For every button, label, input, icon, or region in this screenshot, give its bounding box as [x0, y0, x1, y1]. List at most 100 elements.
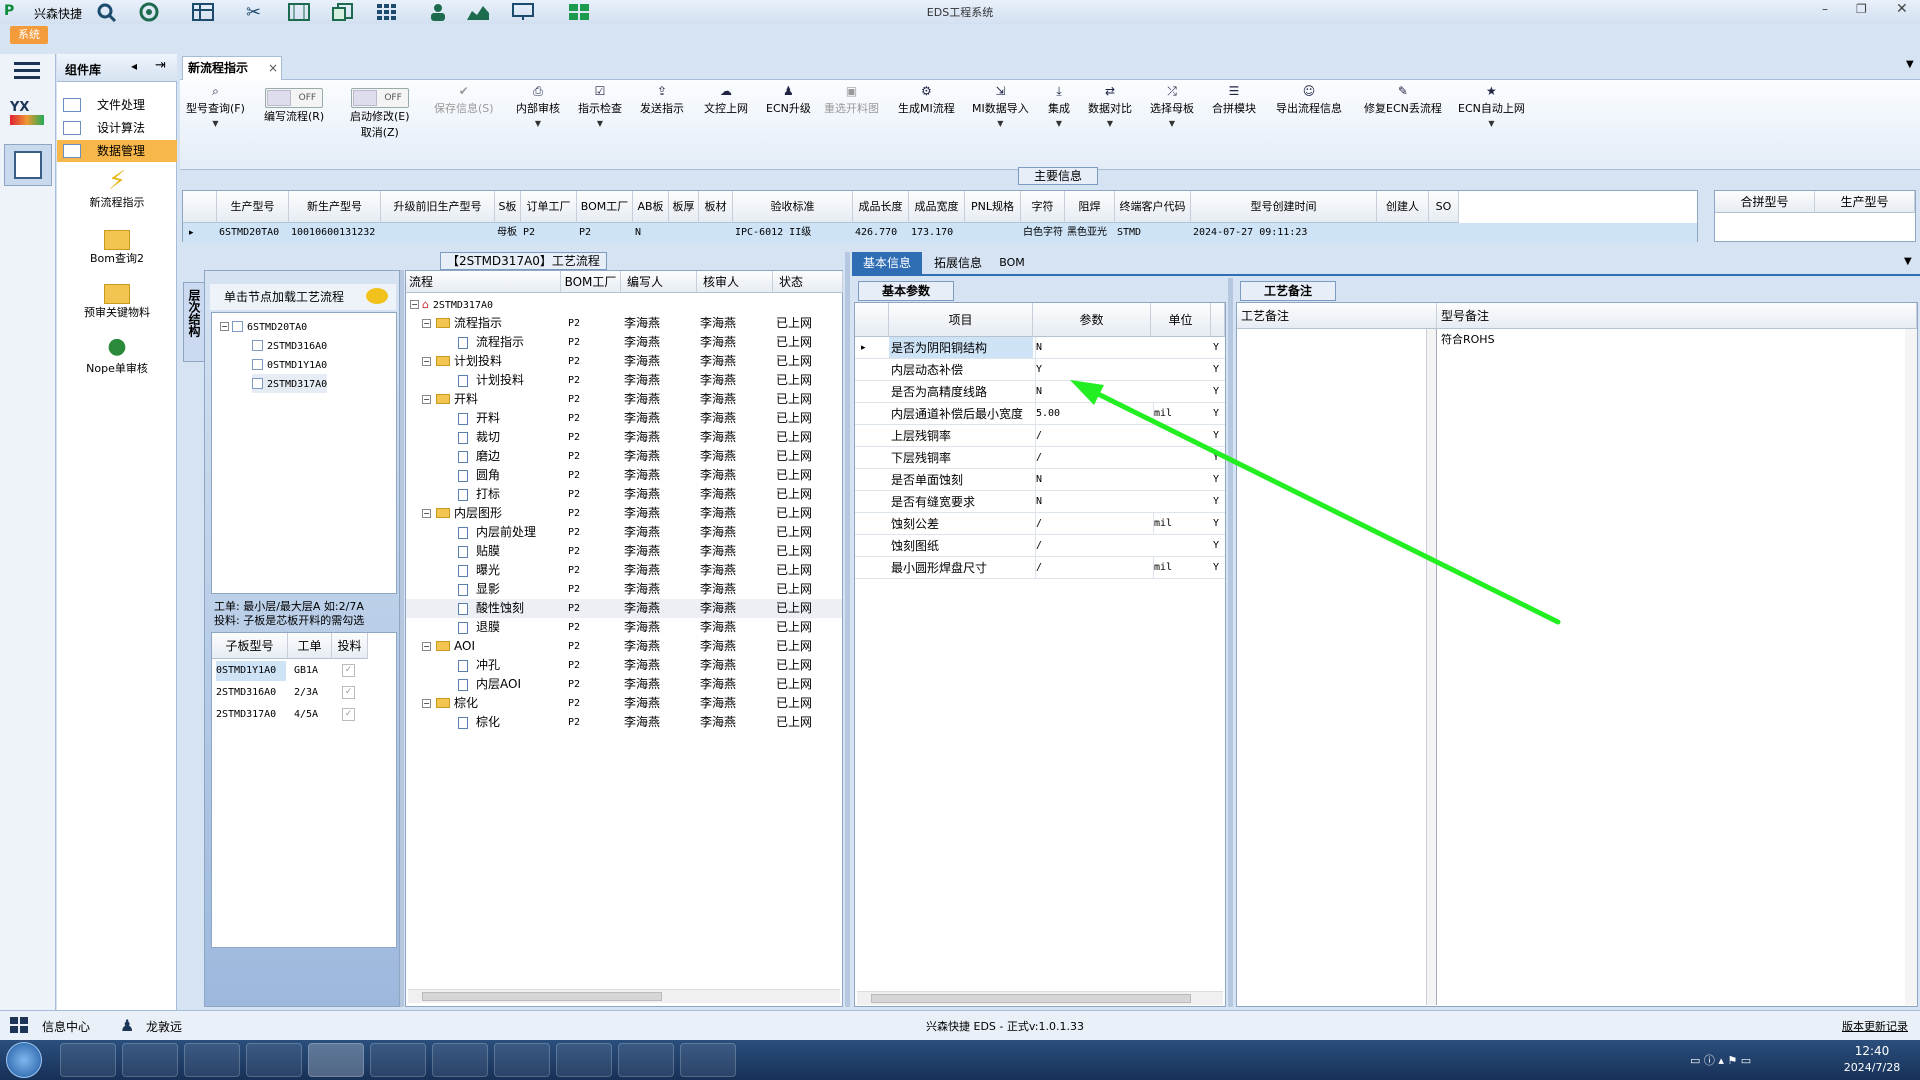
column-header[interactable]: 升级前旧生产型号	[381, 191, 495, 223]
start-button-icon[interactable]	[6, 1042, 42, 1078]
process-row[interactable]: − 棕化 P2 李海燕 李海燕 已上网	[406, 694, 842, 713]
collapse-icon[interactable]: −	[422, 509, 431, 518]
doc-control-online-button[interactable]: ☁ 文控上网	[704, 84, 748, 116]
instruction-check-button[interactable]: ☑ 指示检查 ▼	[578, 84, 622, 128]
column-header[interactable]: 子板型号	[212, 633, 288, 659]
column-header[interactable]: 验收标准	[733, 191, 853, 223]
tab-extended-info[interactable]: 拓展信息	[926, 252, 990, 274]
changelog-link[interactable]: 版本更新记录	[1842, 1018, 1908, 1034]
feed-checkbox[interactable]: ✓	[342, 686, 355, 699]
column-header[interactable]: 合拼型号	[1715, 191, 1815, 213]
tree-root[interactable]: − 6STMD20TA0	[220, 317, 307, 336]
process-row[interactable]: 内层前处理 P2 李海燕 李海燕 已上网	[406, 523, 842, 542]
main-info-row[interactable]: ▸ 6STMD20TA0 10010600131232 母板 P2 P2 N IPC-6012…	[183, 223, 1697, 243]
taskbar-eye-icon[interactable]	[370, 1043, 426, 1077]
process-row[interactable]: 流程指示 P2 李海燕 李海燕 已上网	[406, 333, 842, 352]
horizontal-scrollbar[interactable]	[857, 991, 1223, 1005]
process-row[interactable]: 显影 P2 李海燕 李海燕 已上网	[406, 580, 842, 599]
column-header[interactable]: BOM工厂	[561, 271, 621, 293]
save-info-button[interactable]: ✔ 保存信息(S)	[434, 84, 494, 116]
tree-node-selected[interactable]: 2STMD317A0	[252, 374, 328, 393]
toggle-switch[interactable]: OFF	[265, 88, 324, 108]
column-header[interactable]: 阻焊	[1065, 191, 1115, 223]
send-instruction-button[interactable]: ⇪ 发送指示	[640, 84, 684, 116]
cancel-label[interactable]: 取消(Z)	[361, 126, 399, 139]
process-row[interactable]: − 计划投料 P2 李海燕 李海燕 已上网	[406, 352, 842, 371]
sub-board-model[interactable]: 2STMD316A0	[216, 683, 286, 703]
integrate-button[interactable]: ⤓ 集成 ▼	[1048, 84, 1070, 128]
column-header[interactable]: 型号创建时间	[1191, 191, 1377, 223]
internal-review-button[interactable]: ⎙ 内部审核 ▼	[516, 84, 560, 128]
repair-ecn-process-button[interactable]: ✎ 修复ECN丢流程	[1364, 84, 1442, 116]
process-row[interactable]: 打标 P2 李海燕 李海燕 已上网	[406, 485, 842, 504]
sub-board-model[interactable]: 0STMD1Y1A0	[216, 661, 286, 681]
process-row[interactable]: 冲孔 P2 李海燕 李海燕 已上网	[406, 656, 842, 675]
process-row[interactable]: 退膜 P2 李海燕 李海燕 已上网	[406, 618, 842, 637]
column-header[interactable]: 核审人	[697, 271, 773, 293]
system-menu[interactable]: 系统	[10, 26, 48, 44]
tab-new-process[interactable]: 新流程指示 ×	[182, 56, 282, 80]
nav-item-data-management[interactable]: 数据管理	[57, 140, 177, 162]
vertical-scrollbar[interactable]	[1905, 329, 1917, 1005]
checkbox[interactable]	[252, 359, 263, 370]
sub-board-order[interactable]: 4/5A	[294, 705, 318, 725]
collapse-icon[interactable]: −	[422, 642, 431, 651]
feed-checkbox[interactable]: ✓	[342, 664, 355, 677]
tab-basic-info[interactable]: 基本信息	[852, 252, 922, 274]
nav-prereview-material[interactable]: 预审关键物料	[57, 280, 177, 320]
minimize-button[interactable]: –	[1822, 2, 1828, 16]
taskbar-excel-icon[interactable]	[556, 1043, 612, 1077]
process-row[interactable]: − 开料 P2 李海燕 李海燕 已上网	[406, 390, 842, 409]
basic-params-tab[interactable]: 基本参数	[858, 281, 954, 301]
hierarchy-vertical-tab[interactable]: 层次结构	[183, 282, 205, 362]
nav-back-icon[interactable]: ◂	[131, 59, 137, 73]
column-header[interactable]: BOM工厂	[577, 191, 633, 223]
taskbar-browser-icon[interactable]	[184, 1043, 240, 1077]
column-header[interactable]: 订单工厂	[521, 191, 577, 223]
column-header[interactable]: 参数	[1033, 303, 1151, 337]
sub-board-model[interactable]: 2STMD317A0	[216, 705, 286, 725]
column-header[interactable]: 投料	[332, 633, 368, 659]
column-header[interactable]: 型号备注	[1437, 303, 1917, 329]
column-header[interactable]: 成品长度	[853, 191, 909, 223]
process-row[interactable]: 计划投料 P2 李海燕 李海燕 已上网	[406, 371, 842, 390]
taskbar-feishu-icon[interactable]	[618, 1043, 674, 1077]
left-splitter[interactable]	[400, 270, 404, 1007]
column-header[interactable]: 生产型号	[217, 191, 289, 223]
collapse-icon[interactable]: −	[220, 322, 229, 331]
nav-bom-query[interactable]: Bom查询2	[57, 226, 177, 266]
ecn-auto-online-button[interactable]: ★ ECN自动上网 ▼	[1458, 84, 1525, 128]
sub-board-order[interactable]: 2/3A	[294, 683, 318, 703]
nav-nope-review[interactable]: ● Nope单审核	[57, 334, 177, 376]
checkbox[interactable]	[252, 340, 263, 351]
sub-board-order[interactable]: GB1A	[294, 661, 318, 681]
column-header[interactable]: 流程	[406, 271, 561, 293]
data-compare-button[interactable]: ⇄ 数据对比 ▼	[1088, 84, 1132, 128]
horizontal-scrollbar[interactable]	[408, 989, 840, 1003]
taskbar-eds-icon[interactable]	[308, 1043, 364, 1077]
tab-bom[interactable]: BOM	[992, 252, 1032, 274]
checkbox[interactable]	[232, 321, 243, 332]
model-query-button[interactable]: ⌕ 型号查询(F) ▼	[186, 84, 245, 128]
collapse-icon[interactable]: −	[422, 319, 431, 328]
info-center-icon[interactable]	[10, 1017, 28, 1033]
tree-node[interactable]: 0STMD1Y1A0	[252, 355, 327, 374]
export-process-info-button[interactable]: ☺ 导出流程信息	[1276, 84, 1342, 116]
column-header[interactable]: 工艺备注	[1237, 303, 1437, 329]
taskbar-save-icon[interactable]	[246, 1043, 302, 1077]
row-indicator[interactable]: ▸	[189, 224, 194, 242]
taskbar-viewer-icon[interactable]	[680, 1043, 736, 1077]
taskbar-xming-icon[interactable]	[432, 1043, 488, 1077]
process-root[interactable]: − ⌂ 2STMD317A0	[410, 295, 493, 314]
remarks-tab[interactable]: 工艺备注	[1240, 281, 1336, 301]
merge-module-button[interactable]: ☰ 合拼模块	[1212, 84, 1256, 116]
column-header[interactable]: 创建人	[1377, 191, 1429, 223]
taskbar-notepad-icon[interactable]	[122, 1043, 178, 1077]
start-edit-toggle[interactable]: OFF 启动修改(E) 取消(Z)	[350, 88, 410, 140]
column-header[interactable]: PNL规格	[965, 191, 1021, 223]
restore-button[interactable]: ❐	[1856, 2, 1867, 16]
column-header[interactable]: S板	[495, 191, 521, 223]
checkbox[interactable]	[252, 378, 263, 389]
nav-pin-icon[interactable]: ⇥	[155, 58, 166, 73]
select-mother-board-button[interactable]: ⤮ 选择母板 ▼	[1150, 84, 1194, 128]
